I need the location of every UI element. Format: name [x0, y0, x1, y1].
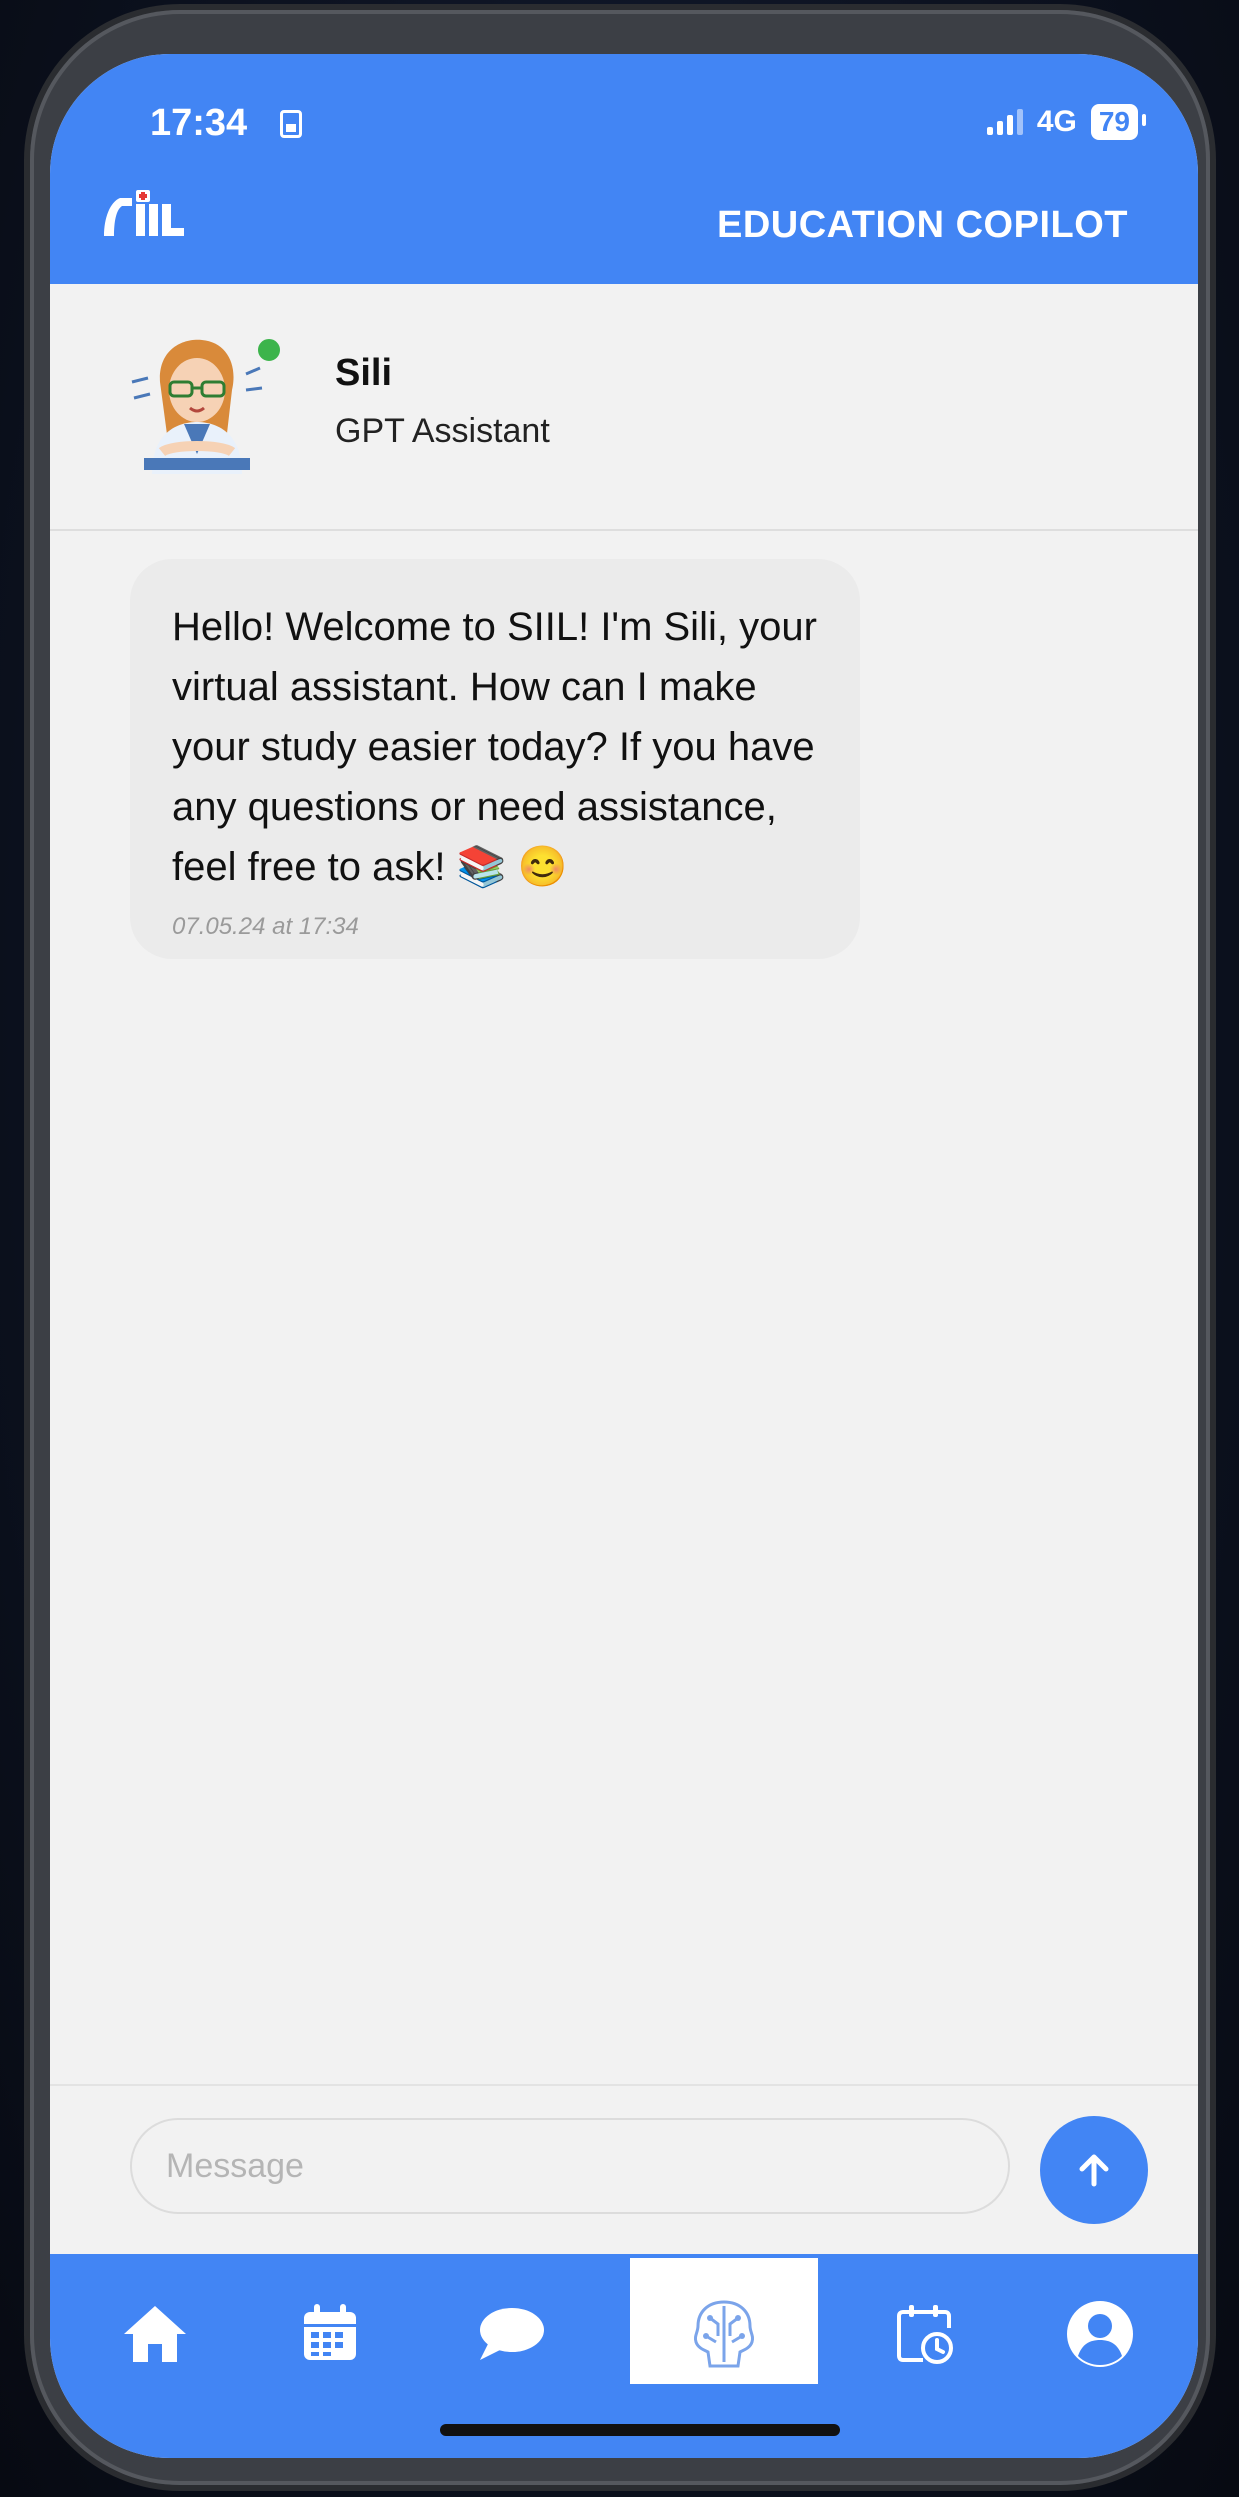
nav-messages[interactable]: [455, 2284, 565, 2384]
arrow-up-icon: [1079, 2154, 1109, 2187]
nav-profile[interactable]: [1045, 2284, 1155, 2384]
home-icon: [124, 2306, 186, 2362]
battery-level: 79: [1090, 104, 1147, 140]
message-timestamp: 07.05.24 at 17:34: [172, 913, 359, 940]
status-time: 17:34: [150, 102, 248, 144]
message-bubble: Hello! Welcome to SIIL! I'm Sili, your v…: [130, 559, 860, 959]
nav-calendar[interactable]: [275, 2284, 385, 2384]
chat-contact-header: Sili GPT Assistant: [50, 284, 1198, 531]
message-text: Hello! Welcome to SIIL! I'm Sili, your v…: [172, 605, 817, 889]
contact-subtitle: GPT Assistant: [335, 412, 550, 450]
home-indicator[interactable]: [440, 2424, 840, 2436]
bottom-navigation: [50, 2254, 1198, 2458]
status-right: 4G 79: [986, 104, 1147, 140]
app-screen: 17:34 4G 79 EDUCATION COPILOT Sili GPT A…: [50, 54, 1198, 2458]
chat-bubble-icon: [480, 2308, 544, 2360]
nav-schedule[interactable]: [870, 2284, 980, 2384]
nav-ai-assistant[interactable]: [669, 2284, 779, 2384]
message-composer: [50, 2084, 1198, 2224]
siil-logo: [104, 190, 184, 236]
page-title: EDUCATION COPILOT: [716, 204, 1128, 246]
network-type: 4G: [1036, 105, 1077, 138]
profile-icon: [1067, 2301, 1133, 2367]
send-button[interactable]: [1040, 2116, 1148, 2224]
ai-brain-icon: [693, 2300, 755, 2368]
nav-home[interactable]: [100, 2284, 210, 2384]
online-status-dot: [255, 336, 283, 364]
schedule-clock-icon: [897, 2305, 953, 2364]
calendar-icon: [304, 2304, 356, 2360]
signal-icon: [986, 109, 1023, 135]
sim-icon: [280, 110, 302, 138]
message-input[interactable]: [130, 2118, 1010, 2214]
app-header: 17:34 4G 79 EDUCATION COPILOT: [50, 54, 1198, 284]
assistant-avatar: [131, 339, 263, 474]
contact-name: Sili: [335, 352, 393, 394]
